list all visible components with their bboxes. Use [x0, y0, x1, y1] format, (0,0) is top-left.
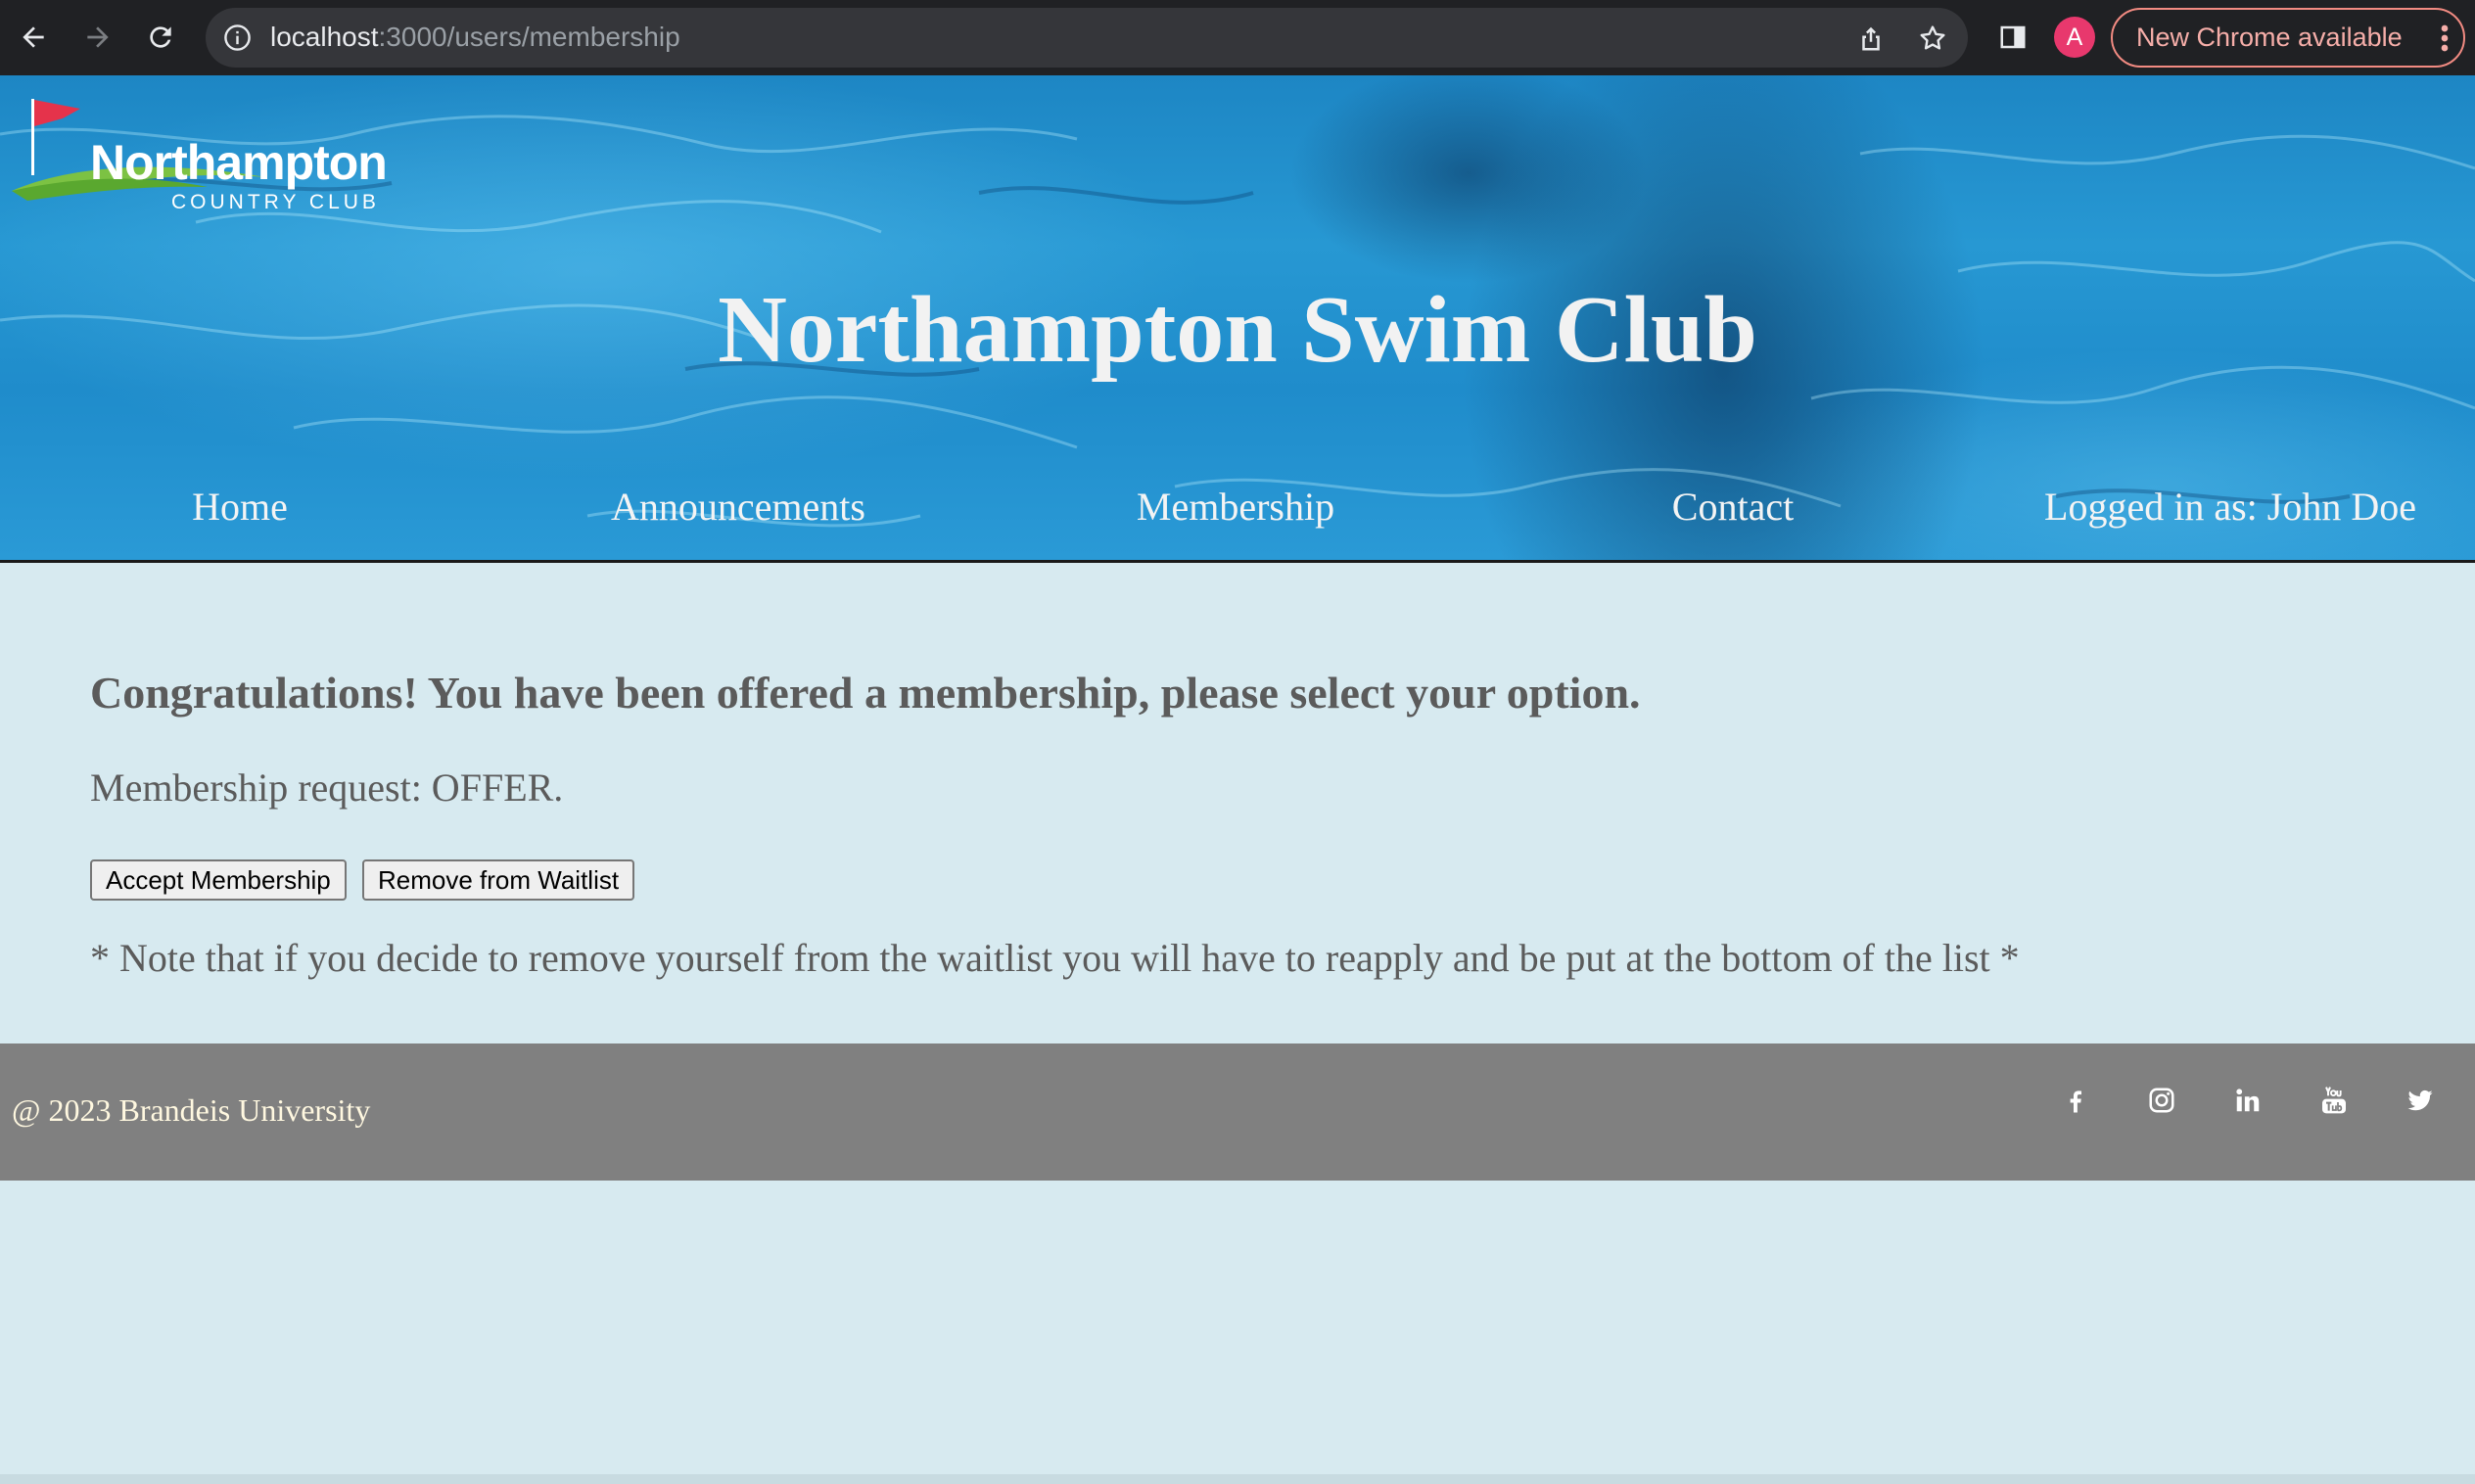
instagram-link[interactable] [2140, 1079, 2183, 1122]
update-chrome-label: New Chrome available [2136, 23, 2403, 52]
info-icon[interactable] [223, 23, 252, 52]
forward-arrow-icon [87, 26, 109, 48]
share-button[interactable] [1852, 20, 1890, 57]
update-chrome-button[interactable]: New Chrome available [2111, 8, 2465, 68]
bottom-edge [0, 1474, 2475, 1484]
forward-button[interactable] [74, 14, 121, 61]
logo-subtitle: COUNTRY CLUB [171, 191, 380, 213]
url-text: localhost:3000/users/membership [270, 21, 680, 54]
bookmark-button[interactable] [1914, 20, 1951, 57]
more-vert-icon [2441, 24, 2449, 52]
profile-avatar[interactable]: A [2054, 17, 2095, 58]
side-panel-button[interactable] [1989, 14, 2036, 61]
url-host: localhost [270, 22, 379, 52]
copyright-text: @ 2023 Brandeis University [12, 1092, 371, 1128]
back-arrow-icon [23, 26, 44, 48]
nav-announcements[interactable]: Announcements [611, 484, 865, 531]
youtube-icon [2322, 1087, 2346, 1114]
page-title: Northampton Swim Club [718, 277, 1757, 383]
membership-content: Congratulations! You have been offered a… [0, 566, 2475, 1043]
linkedin-link[interactable] [2226, 1079, 2269, 1122]
youtube-link[interactable] [2312, 1079, 2356, 1122]
logo-name: Northampton [90, 135, 388, 190]
back-button[interactable] [10, 14, 57, 61]
waitlist-note: * Note that if you decide to remove your… [90, 936, 2020, 980]
nav-home[interactable]: Home [192, 484, 288, 531]
facebook-link[interactable] [2054, 1079, 2097, 1122]
accept-membership-button[interactable]: Accept Membership [90, 859, 347, 901]
facebook-icon [2070, 1090, 2081, 1113]
offer-headline: Congratulations! You have been offered a… [90, 668, 1641, 718]
site-footer: @ 2023 Brandeis University [0, 1043, 2475, 1181]
address-bar[interactable]: localhost:3000/users/membership [206, 8, 1968, 68]
twitter-link[interactable] [2399, 1079, 2442, 1122]
instagram-icon [2149, 1088, 2174, 1113]
club-logo[interactable]: Northampton COUNTRY CLUB [12, 97, 403, 213]
reload-icon [150, 26, 171, 48]
share-icon [1862, 26, 1880, 51]
side-panel-icon [2000, 25, 2026, 49]
membership-status: Membership request: OFFER. [90, 765, 564, 810]
reload-button[interactable] [137, 14, 184, 61]
nav-logged-in-user[interactable]: Logged in as: John Doe [2044, 484, 2416, 531]
browser-toolbar: localhost:3000/users/membership A New Ch… [0, 0, 2475, 75]
twitter-icon [2407, 1090, 2433, 1111]
nav-membership[interactable]: Membership [1137, 484, 1334, 531]
remove-from-waitlist-button[interactable]: Remove from Waitlist [362, 859, 635, 901]
hero-header: Northampton COUNTRY CLUB Northampton Swi… [0, 75, 2475, 563]
star-icon [1920, 25, 1945, 50]
linkedin-icon [2236, 1089, 2260, 1112]
url-path: :3000/users/membership [378, 22, 680, 52]
nav-contact[interactable]: Contact [1672, 484, 1794, 531]
